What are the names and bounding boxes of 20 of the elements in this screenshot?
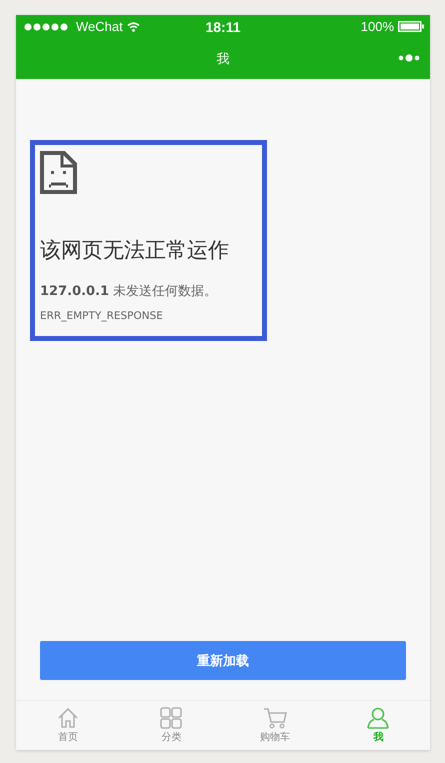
tab-item[interactable]: 分类 bbox=[120, 701, 223, 750]
status-time: 18:11 bbox=[205, 18, 241, 34]
error-heading: 该网页无法正常运作 bbox=[40, 237, 230, 264]
person-icon bbox=[367, 707, 390, 729]
carrier-name: WeChat bbox=[76, 19, 123, 34]
cart-icon bbox=[262, 707, 287, 729]
tab-item[interactable]: 购物车 bbox=[223, 701, 326, 750]
sad-page-icon bbox=[40, 151, 77, 194]
battery-icon bbox=[398, 21, 424, 32]
error-message: 127.0.0.1 未发送任何数据。 bbox=[40, 283, 218, 300]
home-icon bbox=[56, 707, 79, 729]
tab-item[interactable]: 我 bbox=[326, 701, 430, 750]
reload-button[interactable]: 重新加载 bbox=[40, 641, 406, 680]
grid-icon bbox=[160, 707, 182, 729]
more-icon[interactable] bbox=[398, 53, 420, 63]
page-title: 我 bbox=[216, 50, 230, 68]
tab-item[interactable]: 首页 bbox=[16, 701, 120, 750]
battery-percent: 100% bbox=[360, 19, 394, 34]
error-code: ERR_EMPTY_RESPONSE bbox=[40, 310, 164, 322]
wifi-icon bbox=[126, 22, 140, 32]
